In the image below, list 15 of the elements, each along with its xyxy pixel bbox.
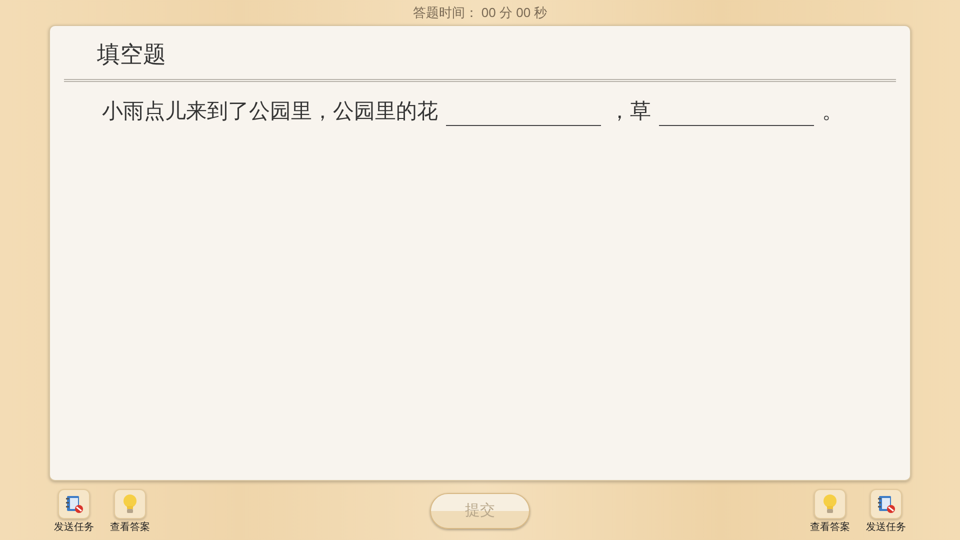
tool-label: 发送任务 bbox=[866, 522, 906, 534]
tool-button[interactable] bbox=[114, 489, 146, 519]
question-text: 小雨点儿来到了公园里，公园里的花 bbox=[102, 99, 438, 125]
question-text: 。 bbox=[822, 99, 843, 125]
tool-button[interactable] bbox=[870, 489, 902, 519]
tool-label: 查看答案 bbox=[110, 522, 150, 534]
tool-button[interactable] bbox=[58, 489, 90, 519]
notebook-icon bbox=[64, 494, 84, 514]
question-text: ，草 bbox=[609, 99, 651, 125]
notebook-icon bbox=[876, 494, 896, 514]
question-title: 填空题 bbox=[97, 40, 166, 70]
timer-text: 答题时间： 00 分 00 秒 bbox=[412, 4, 548, 22]
tool-label: 查看答案 bbox=[810, 522, 850, 534]
tool-button[interactable] bbox=[814, 489, 846, 519]
tool-label: 发送任务 bbox=[54, 522, 94, 534]
